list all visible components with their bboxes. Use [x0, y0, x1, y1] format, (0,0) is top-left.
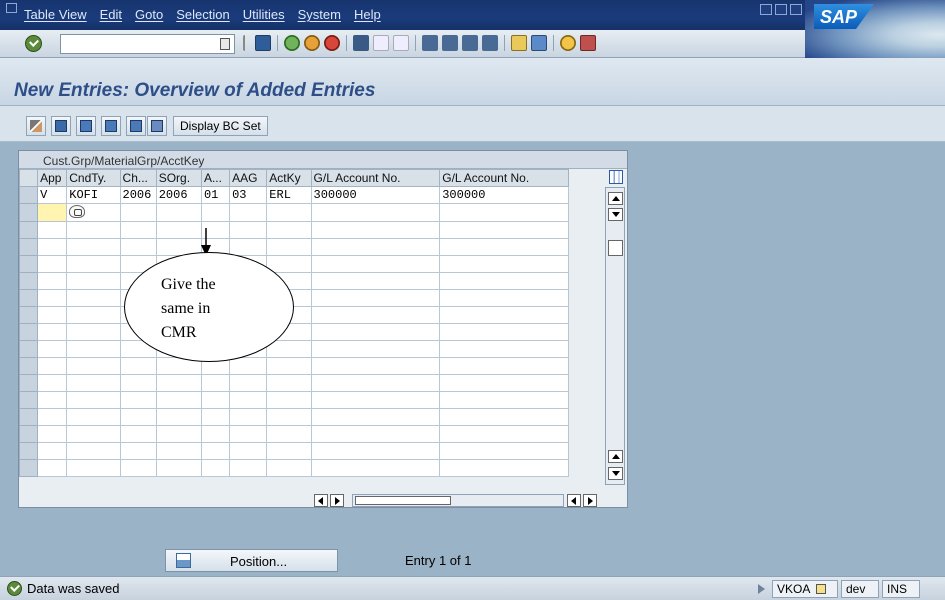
- insert-mode-field[interactable]: INS: [882, 580, 920, 598]
- callout-text: Give the same in CMR: [161, 273, 271, 345]
- position-button[interactable]: Position...: [165, 549, 338, 572]
- position-button-label: Position...: [230, 554, 288, 569]
- entry-count: Entry 1 of 1: [405, 553, 472, 568]
- position-icon: [176, 553, 191, 568]
- system-info-icon[interactable]: [816, 584, 827, 594]
- status-message: Data was saved: [27, 581, 120, 596]
- callout-line-1: Give the: [161, 276, 216, 293]
- callout-line-2: same in: [161, 300, 211, 317]
- transaction-field: VKOA: [772, 580, 838, 598]
- transaction-code: VKOA: [777, 582, 810, 596]
- success-icon: [7, 581, 22, 596]
- status-expand-icon[interactable]: [758, 584, 765, 594]
- callout-bubble: Give the same in CMR: [124, 252, 294, 362]
- status-bar: Data was saved VKOA dev INS: [0, 576, 945, 600]
- system-field: dev: [841, 580, 879, 598]
- callout-line-3: CMR: [161, 324, 197, 341]
